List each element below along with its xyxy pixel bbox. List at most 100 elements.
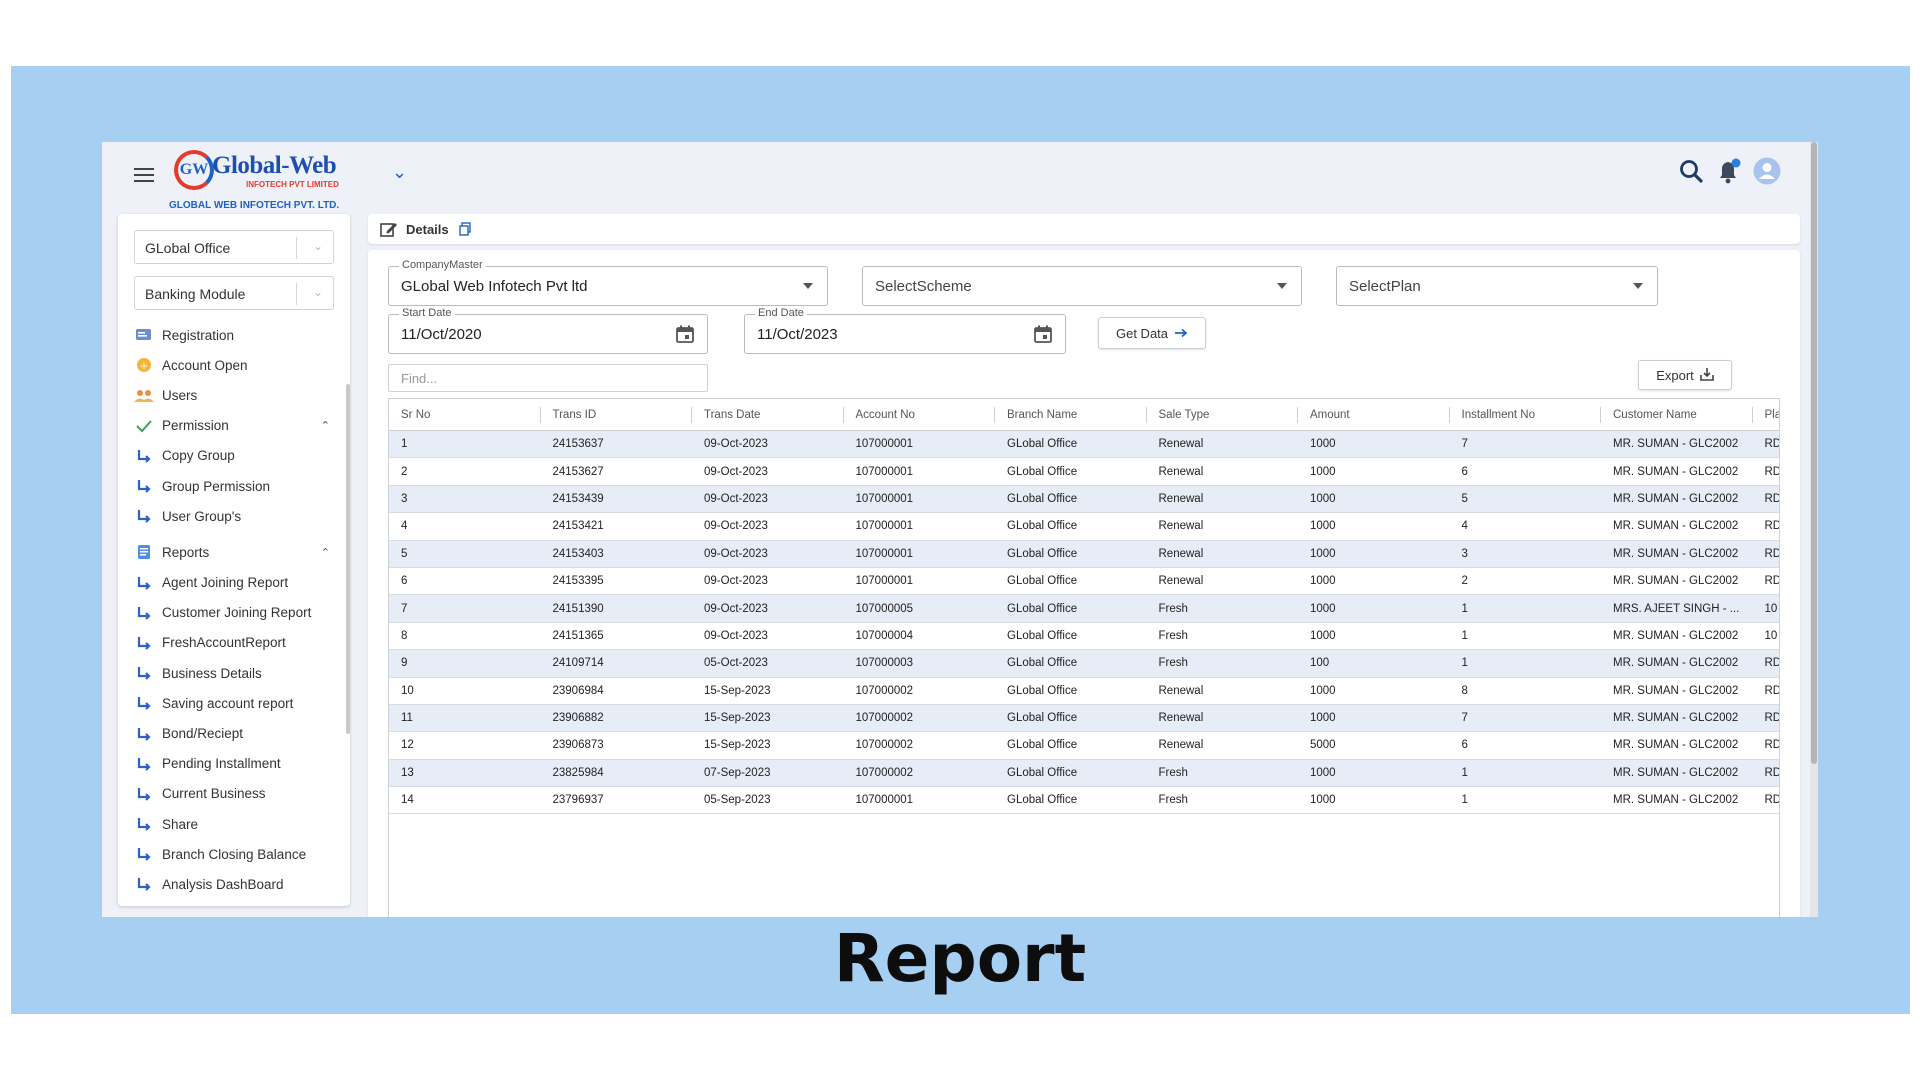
company-select[interactable]: CompanyMaster GLobal Web Infotech Pvt lt…: [388, 259, 828, 306]
export-label: Export: [1656, 367, 1694, 383]
column-header[interactable]: Customer Name: [1601, 399, 1753, 430]
table-row[interactable]: 1 24153637 09-Oct-2023 107000001 GLobal Offi…: [389, 431, 1779, 459]
details-title: Details: [406, 221, 449, 237]
column-header[interactable]: Trans ID: [541, 399, 693, 430]
sidebar-item-agent-joining-report[interactable]: Agent Joining Report: [134, 568, 344, 598]
sidebar-item-customer-joining-report[interactable]: Customer Joining Report: [134, 598, 344, 628]
end-date-field[interactable]: End Date 11/Oct/2023: [744, 307, 1066, 354]
sidebar-item-permission[interactable]: Permission ⌃: [134, 411, 344, 441]
column-header[interactable]: Trans Date: [692, 399, 844, 430]
sidebar-item-users[interactable]: Users: [134, 380, 344, 410]
sub-arrow-icon: [134, 478, 154, 494]
chevron-up-icon[interactable]: ⌃: [321, 546, 330, 559]
sidebar-item-pending-installment[interactable]: Pending Installment: [134, 749, 344, 779]
table-row[interactable]: 12 23906873 15-Sep-2023 107000002 GLobal Off…: [389, 732, 1779, 760]
chevron-up-icon[interactable]: ⌃: [321, 419, 330, 432]
column-header[interactable]: Branch Name: [995, 399, 1147, 430]
column-header[interactable]: Sr No: [389, 399, 541, 430]
sidebar-item-account-open[interactable]: + Account Open: [134, 350, 344, 380]
module-select[interactable]: Banking Module ⌄: [134, 276, 334, 310]
table-cell: 8: [1461, 684, 1468, 697]
sidebar-item-reports[interactable]: Reports ⌃: [134, 537, 344, 567]
table-row[interactable]: 7 24151390 09-Oct-2023 107000005 GLobal Offi…: [389, 595, 1779, 623]
table-row[interactable]: 9 24109714 05-Oct-2023 107000003 GLobal Offi…: [389, 650, 1779, 678]
table-row[interactable]: 13 23825984 07-Sep-2023 107000002 GLobal Off…: [389, 759, 1779, 788]
table-cell: 24151365: [552, 629, 604, 642]
table-cell: RD: [1764, 712, 1780, 725]
sidebar-item-saving-account-report[interactable]: Saving account report: [134, 688, 344, 718]
menu-icon[interactable]: [134, 168, 154, 182]
table-row[interactable]: 10 23906984 15-Sep-2023 107000002 GLobal Off…: [389, 678, 1779, 705]
table-cell: MR. SUMAN - GLC2002: [1613, 712, 1739, 725]
start-date-field[interactable]: Start Date 11/Oct/2020: [388, 307, 708, 354]
sidebar-item-user-groups[interactable]: User Group's: [134, 501, 344, 531]
start-date-label: Start Date: [399, 307, 455, 319]
column-header[interactable]: Installment No: [1450, 399, 1602, 430]
sidebar-item-current-business[interactable]: Current Business: [134, 779, 344, 809]
table-row[interactable]: 11 23906882 15-Sep-2023 107000002 GLobal Off…: [389, 704, 1780, 733]
sidebar-item-label: Business Details: [162, 665, 262, 681]
table-cell: MR. SUMAN - GLC2002: [1613, 739, 1739, 752]
sidebar-item-registration[interactable]: Registration: [134, 320, 344, 350]
table-cell: 4: [401, 520, 408, 533]
coin-icon: +: [134, 357, 154, 373]
table-cell: 7: [401, 602, 408, 615]
search-input[interactable]: Find...: [388, 364, 708, 392]
search-icon[interactable]: [1676, 156, 1706, 186]
table-cell: 7: [1461, 712, 1468, 725]
table-row[interactable]: 3 24153439 09-Oct-2023 107000001 GLobal Offi…: [389, 485, 1779, 514]
sidebar-item-bond-reciept[interactable]: Bond/Reciept: [134, 718, 344, 748]
column-header[interactable]: Account No: [844, 399, 996, 430]
calendar-icon[interactable]: [1033, 324, 1053, 349]
sidebar-item-business-details[interactable]: Business Details: [134, 658, 344, 688]
sidebar-item-copy-group[interactable]: Copy Group: [134, 441, 344, 471]
sidebar-item-label: Registration: [162, 327, 235, 343]
column-header[interactable]: Amount: [1298, 399, 1450, 430]
logo-text: Global-Web: [212, 152, 337, 179]
sidebar-item-analysis-dashboard[interactable]: Analysis DashBoard: [134, 869, 344, 899]
bell-icon[interactable]: [1714, 156, 1744, 186]
table-cell: MR. SUMAN - GLC2002: [1613, 766, 1739, 779]
scheme-select[interactable]: SelectScheme: [862, 266, 1302, 306]
table-cell: 7: [1461, 438, 1468, 451]
sidebar-item-label: Account Open: [162, 357, 248, 373]
copy-icon[interactable]: [458, 222, 471, 236]
plan-select[interactable]: SelectPlan: [1336, 266, 1658, 306]
table-row[interactable]: 2 24153627 09-Oct-2023 107000001 GLobal Offi…: [389, 458, 1779, 486]
edit-icon[interactable]: [380, 221, 398, 237]
column-header[interactable]: Sale Type: [1147, 399, 1299, 430]
table-row[interactable]: 8 24151365 09-Oct-2023 107000004 GLobal Offi…: [389, 623, 1779, 651]
chevron-down-icon[interactable]: ⌄: [392, 162, 407, 183]
table-cell: 14: [401, 794, 414, 807]
reports-icon: [134, 544, 154, 560]
table-cell: 23906882: [552, 712, 604, 725]
table-row[interactable]: 6 24153395 09-Oct-2023 107000001 GLobal Offi…: [389, 568, 1779, 596]
table-cell: 1: [401, 438, 408, 451]
get-data-button[interactable]: Get Data: [1098, 317, 1206, 349]
sidebar-item-label: Saving account report: [162, 695, 294, 711]
branch-select[interactable]: GLobal Office ⌄: [134, 230, 334, 264]
table-row[interactable]: 5 24153403 09-Oct-2023 107000001 GLobal Offi…: [389, 540, 1779, 568]
table-cell: GLobal Office: [1007, 766, 1078, 779]
user-avatar-icon[interactable]: [1752, 156, 1782, 186]
table-cell: GLobal Office: [1007, 492, 1078, 505]
sidebar-scrollbar[interactable]: [346, 384, 350, 734]
logo[interactable]: GW Global-Web INFOTECH PVT LIMITED GLOBA…: [168, 148, 407, 211]
sidebar-item-branch-closing-balance[interactable]: Branch Closing Balance: [134, 839, 344, 869]
export-button[interactable]: Export: [1638, 360, 1732, 390]
sidebar-item-label: Group Permission: [162, 478, 271, 494]
table-row[interactable]: 4 24153421 09-Oct-2023 107000001 GLobal Offi…: [389, 513, 1779, 541]
sidebar-item-fresh-account-report[interactable]: FreshAccountReport: [134, 628, 344, 658]
table-cell: GLobal Office: [1007, 575, 1078, 588]
sidebar-item-share[interactable]: Share: [134, 809, 344, 839]
table-cell: 10: [1764, 602, 1778, 615]
table-cell: RD: [1764, 684, 1780, 697]
table-row[interactable]: 14 23796937 05-Sep-2023 107000001 GLobal Off…: [389, 787, 1779, 815]
page-scrollbar[interactable]: [1810, 142, 1818, 917]
sidebar-item-label: Copy Group: [162, 448, 235, 464]
table-cell: 24153627: [552, 465, 604, 478]
sidebar-item-group-permission[interactable]: Group Permission: [134, 471, 344, 501]
table-cell: 1000: [1310, 684, 1336, 697]
column-header[interactable]: Pla: [1753, 399, 1780, 430]
calendar-icon[interactable]: [675, 324, 695, 349]
